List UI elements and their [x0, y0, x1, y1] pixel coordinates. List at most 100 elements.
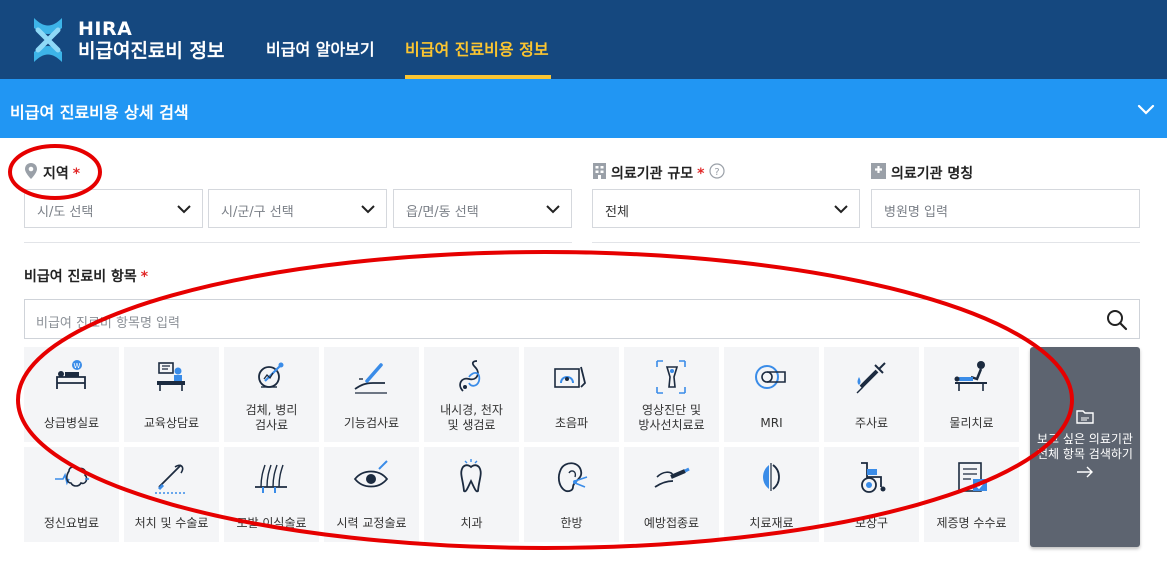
category-education[interactable]: 교육상담료: [124, 347, 219, 442]
category-label: 정신요법료: [43, 516, 100, 530]
category-label: 예방접종료: [643, 516, 700, 530]
brand-line1: HIRA: [78, 18, 133, 40]
category-surgery[interactable]: 처치 및 수술료: [124, 447, 219, 542]
category-label: 검체, 병리 검사료: [245, 403, 298, 432]
category-assistive-device[interactable]: 보장구: [824, 447, 919, 542]
medical-material-icon: [763, 463, 780, 491]
category-label: 기능검사료: [343, 416, 400, 430]
location-pin-icon: [25, 163, 37, 179]
sigungu-select[interactable]: 시/군/구 선택: [208, 189, 387, 228]
search-all-items-label: 보고 싶은 의료기관 전체 항목 검색하기: [1037, 432, 1133, 461]
category-label: 제증명 수수료: [936, 516, 1007, 530]
category-label: 물리치료: [949, 416, 994, 430]
required-mark: *: [140, 269, 149, 285]
category-label: 처치 및 수술료: [134, 516, 209, 530]
hospital-name-placeholder: 병원명 입력: [884, 205, 948, 220]
category-label: 치료재료: [749, 516, 794, 530]
certificate-icon: [958, 462, 987, 492]
items-label: 비급여 진료비 항목 *: [24, 269, 149, 285]
category-label: 초음파: [554, 416, 589, 430]
region-label: 지역 *: [43, 166, 81, 182]
svg-text:?: ?: [714, 167, 719, 178]
mri-icon: [755, 365, 786, 389]
category-radiology[interactable]: 영상진단 및 방사선치료료: [624, 347, 719, 442]
vaccination-icon: [654, 467, 690, 488]
category-label: MRI: [760, 416, 783, 430]
brand-title[interactable]: HIRA 비급여진료비 정보: [78, 18, 224, 62]
category-hospital-room[interactable]: W 상급병실료: [24, 347, 119, 442]
category-label: 내시경, 천자 및 생검료: [440, 403, 503, 432]
endoscope-icon: [459, 360, 481, 392]
category-medical-material[interactable]: 치료재료: [724, 447, 819, 542]
arrow-right-icon: [1077, 466, 1093, 478]
category-pathology[interactable]: 검체, 병리 검사료: [224, 347, 319, 442]
search-all-items-button[interactable]: 보고 싶은 의료기관 전체 항목 검색하기: [1030, 347, 1140, 547]
category-function-test[interactable]: 기능검사료: [324, 347, 419, 442]
chevron-down-icon[interactable]: [1136, 99, 1156, 119]
brain-icon: [55, 466, 89, 487]
folder-icon: [1076, 410, 1094, 424]
scale-select[interactable]: 전체: [592, 189, 860, 228]
detail-search-bar[interactable]: 비급여 진료비용 상세 검색: [0, 79, 1167, 138]
page: HIRA 비급여진료비 정보 비급여 알아보기 비급여 진료비용 정보 비급여 …: [0, 0, 1167, 566]
category-label: 모발 이식술료: [236, 516, 307, 530]
sigungu-select-value: 시/군/구 선택: [221, 205, 294, 220]
acupuncture-ear-icon: [557, 462, 588, 493]
category-oriental[interactable]: 한방: [524, 447, 619, 542]
eupmyeondong-select[interactable]: 읍/면/동 선택: [393, 189, 572, 228]
category-vaccination[interactable]: 예방접종료: [624, 447, 719, 542]
building-icon: [593, 163, 606, 179]
category-injection[interactable]: 주사료: [824, 347, 919, 442]
detail-search-title: 비급여 진료비용 상세 검색: [10, 103, 189, 122]
hospital-icon: [871, 163, 886, 179]
chevron-down-icon: [834, 205, 848, 214]
help-icon[interactable]: ?: [709, 163, 725, 179]
physical-therapy-icon: [954, 361, 987, 391]
top-header: HIRA 비급여진료비 정보 비급여 알아보기 비급여 진료비용 정보: [0, 0, 1167, 79]
required-mark: *: [697, 166, 705, 182]
category-certificate-fee[interactable]: 제증명 수수료: [924, 447, 1019, 542]
scale-select-value: 전체: [605, 205, 629, 220]
item-search-placeholder: 비급여 진료비 항목명 입력: [36, 316, 180, 331]
category-label: 치과: [460, 516, 483, 530]
eye-icon: [353, 460, 389, 488]
counseling-desk-icon: [157, 362, 185, 391]
hira-logo-icon[interactable]: [28, 14, 68, 66]
item-search-input[interactable]: 비급여 진료비 항목명 입력: [24, 299, 1140, 339]
hospital-bed-icon: W: [56, 360, 86, 389]
category-hair-transplant[interactable]: 모발 이식술료: [224, 447, 319, 542]
category-ultrasound[interactable]: 초음파: [524, 347, 619, 442]
chevron-down-icon: [546, 205, 560, 214]
hair-transplant-icon: [255, 464, 287, 493]
syringe-icon: [856, 362, 886, 394]
svg-text:W: W: [74, 362, 81, 370]
required-mark: *: [72, 166, 81, 182]
category-vision-correction[interactable]: 시력 교정술료: [324, 447, 419, 542]
search-icon[interactable]: [1105, 308, 1129, 332]
wheelchair-icon: [861, 462, 886, 493]
tooth-icon: [460, 459, 482, 493]
category-psychotherapy[interactable]: 정신요법료: [24, 447, 119, 542]
chevron-down-icon: [361, 205, 375, 214]
hospital-name-input[interactable]: 병원명 입력: [871, 189, 1140, 228]
scale-label: 의료기관 규모 *: [611, 166, 705, 182]
eupmyeondong-select-value: 읍/면/동 선택: [406, 205, 479, 220]
category-label: 상급병실료: [43, 416, 100, 430]
category-mri[interactable]: MRI: [724, 347, 819, 442]
nav-noncovered-cost[interactable]: 비급여 진료비용 정보: [405, 36, 549, 60]
category-physical-therapy[interactable]: 물리치료: [924, 347, 1019, 442]
category-label: 한방: [560, 516, 583, 530]
surgery-icon: [155, 464, 185, 494]
divider: [592, 242, 1140, 243]
category-dental[interactable]: 치과: [424, 447, 519, 542]
category-label: 시력 교정술료: [336, 516, 407, 530]
divider: [24, 242, 572, 243]
chevron-down-icon: [177, 205, 191, 214]
name-label: 의료기관 명칭: [891, 166, 974, 182]
category-endoscopy[interactable]: 내시경, 천자 및 생검료: [424, 347, 519, 442]
ultrasound-icon: [554, 366, 586, 388]
nav-noncovered-info[interactable]: 비급여 알아보기: [266, 36, 375, 60]
brand-line2: 비급여진료비 정보: [78, 40, 225, 62]
sido-select[interactable]: 시/도 선택: [24, 189, 203, 228]
category-label: 영상진단 및 방사선치료료: [638, 403, 705, 432]
